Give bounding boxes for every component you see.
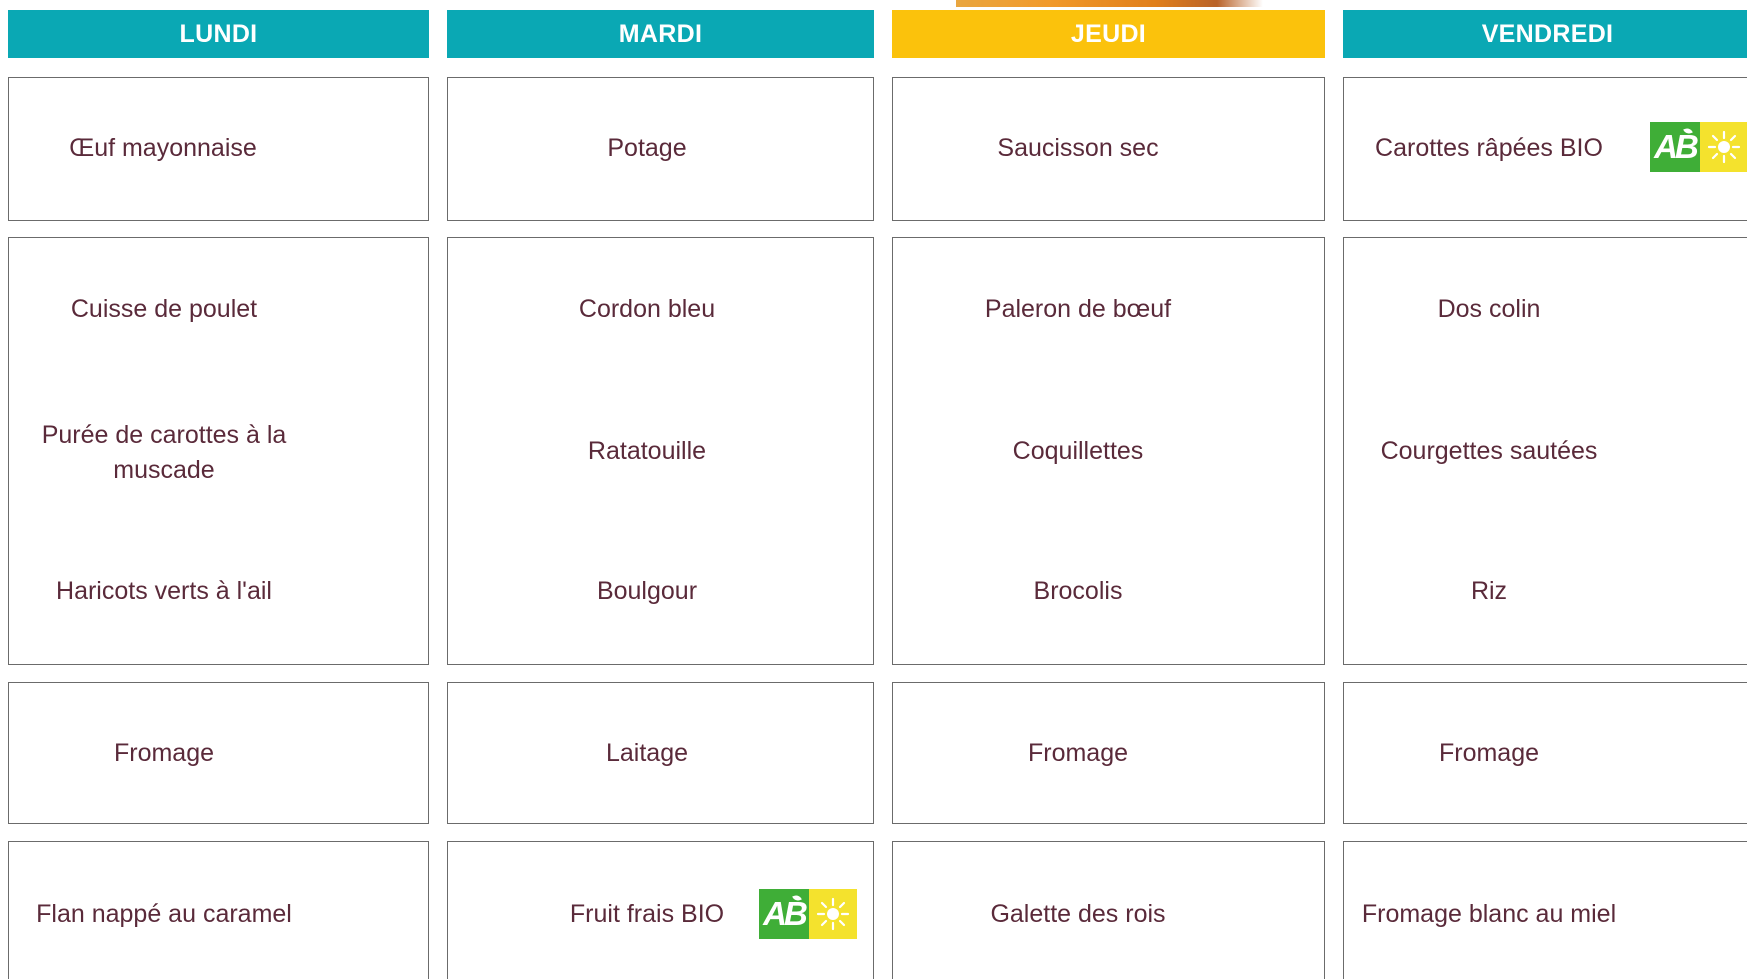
day-header-mardi: MARDI: [447, 10, 874, 58]
header-photo: [956, 0, 1263, 7]
plat-cell-mardi: Cordon bleu Ratatouille Boulgour: [447, 237, 874, 665]
organic-ab-logo: AB: [1650, 122, 1747, 172]
plat-dish: Cordon bleu: [578, 295, 716, 323]
plat-dish: Coquillettes: [1012, 437, 1144, 465]
fromage-cell-mardi: Laitage: [447, 682, 874, 824]
dessert-dish: Galette des rois: [990, 900, 1166, 928]
organic-ab-logo: AB: [759, 889, 857, 939]
dessert-dish: Fromage blanc au miel: [1361, 900, 1617, 928]
fromage-dish: Fromage: [113, 739, 215, 767]
plat-dish: Dos colin: [1437, 295, 1541, 323]
entree-cell-lundi: Œuf mayonnaise: [8, 77, 429, 221]
fromage-dish: Fromage: [1027, 739, 1129, 767]
sun-icon: [1700, 122, 1747, 172]
dessert-dish: Fruit frais BIO: [569, 900, 725, 928]
entree-cell-vendredi: Carottes râpées BIO AB: [1343, 77, 1747, 221]
plat-dish: Haricots verts à l'ail: [56, 577, 272, 605]
plat-cell-vendredi: Dos colin Courgettes sautées Riz: [1343, 237, 1747, 665]
entree-dish: Carottes râpées BIO: [1375, 134, 1603, 162]
plat-dish: Paleron de bœuf: [984, 295, 1172, 323]
sun-icon: [809, 889, 857, 939]
ab-icon: AB: [759, 889, 809, 939]
dessert-dish: Flan nappé au caramel: [36, 900, 292, 928]
weekly-menu: LUNDI MARDI JEUDI VENDREDI Œuf mayonnais…: [0, 0, 1747, 979]
fromage-cell-jeudi: Fromage: [892, 682, 1325, 824]
plat-dish: Courgettes sautées: [1380, 437, 1598, 465]
day-header-lundi: LUNDI: [8, 10, 429, 58]
plat-dish: Boulgour: [596, 577, 698, 605]
plat-cell-lundi: Cuisse de poulet Purée de carottes à la …: [8, 237, 429, 665]
entree-dish: Œuf mayonnaise: [69, 134, 257, 162]
plat-dish: Riz: [1470, 577, 1508, 605]
fromage-cell-vendredi: Fromage: [1343, 682, 1747, 824]
plat-dish: Brocolis: [1033, 577, 1123, 605]
plat-dish: Purée de carottes à la muscade: [41, 421, 287, 484]
ab-icon: AB: [1650, 122, 1700, 172]
entree-dish: Potage: [607, 134, 687, 162]
plat-dish: Ratatouille: [587, 437, 707, 465]
entree-dish: Saucisson sec: [997, 134, 1159, 162]
fromage-cell-lundi: Fromage: [8, 682, 429, 824]
fromage-dish: Fromage: [1438, 739, 1540, 767]
dessert-cell-jeudi: Galette des rois: [892, 841, 1325, 979]
dessert-cell-lundi: Flan nappé au caramel: [8, 841, 429, 979]
plat-dish: Cuisse de poulet: [70, 295, 258, 323]
dessert-cell-vendredi: Fromage blanc au miel: [1343, 841, 1747, 979]
fromage-dish: Laitage: [605, 739, 689, 767]
day-header-vendredi: VENDREDI: [1343, 10, 1747, 58]
dessert-cell-mardi: Fruit frais BIO AB: [447, 841, 874, 979]
entree-cell-mardi: Potage: [447, 77, 874, 221]
entree-cell-jeudi: Saucisson sec: [892, 77, 1325, 221]
day-header-jeudi: JEUDI: [892, 10, 1325, 58]
plat-cell-jeudi: Paleron de bœuf Coquillettes Brocolis: [892, 237, 1325, 665]
